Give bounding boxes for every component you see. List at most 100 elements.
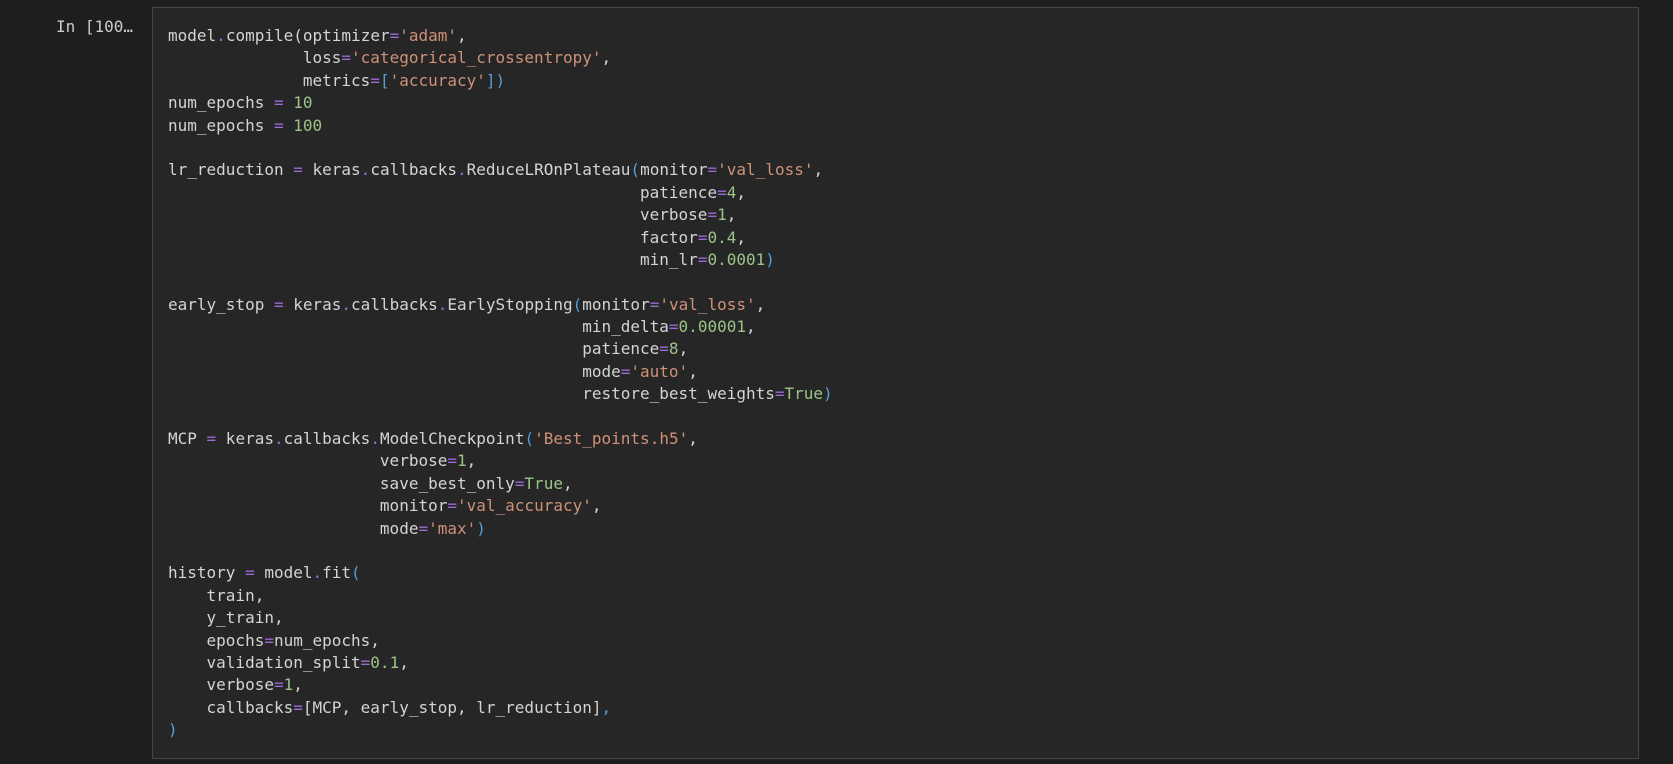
- code-token: epochs: [168, 630, 265, 650]
- code-line: lr_reduction = keras.callbacks.ReduceLRO…: [168, 159, 833, 181]
- code-token: keras: [283, 294, 342, 314]
- code-token: mode: [168, 518, 419, 538]
- code-token: =: [293, 160, 303, 180]
- code-token: ,: [688, 361, 698, 381]
- code-editor[interactable]: model.compile(optimizer='adam', loss='ca…: [168, 25, 833, 742]
- code-token: 4: [726, 182, 737, 202]
- code-token: .: [273, 429, 284, 449]
- code-line: ​: [168, 540, 833, 562]
- code-token: y_train,: [168, 608, 284, 628]
- code-token: history: [168, 563, 246, 583]
- code-token: 0.4: [707, 227, 737, 247]
- code-token: ): [765, 249, 775, 269]
- code-token: [MCP, early_stop, lr_reduction]: [302, 697, 602, 717]
- code-token: .: [312, 563, 323, 583]
- code-line: early_stop = keras.callbacks.EarlyStoppi…: [168, 294, 833, 316]
- code-token: early_stop: [168, 294, 274, 314]
- code-token: fit: [322, 563, 352, 583]
- code-token: optimizer: [302, 26, 390, 45]
- code-cell[interactable]: model.compile(optimizer='adam', loss='ca…: [152, 7, 1639, 759]
- code-token: ,: [601, 697, 612, 717]
- code-token: 'Best_points.h5': [534, 429, 689, 449]
- code-token: save_best_only: [168, 473, 515, 493]
- code-token: =: [707, 205, 718, 225]
- code-token: ,: [457, 26, 467, 45]
- code-token: 0.1: [370, 652, 400, 672]
- code-token: =: [514, 473, 525, 493]
- code-token: ModelCheckpoint: [379, 429, 525, 449]
- code-token: ,: [736, 182, 746, 202]
- code-line: verbose=1,: [168, 450, 833, 472]
- code-token: num_epochs,: [273, 630, 380, 650]
- code-line: restore_best_weights=True): [168, 383, 833, 405]
- code-token: factor: [168, 227, 698, 247]
- code-token: .: [360, 160, 371, 180]
- code-token: lr_reduction: [168, 160, 294, 180]
- code-token: ,: [678, 339, 689, 359]
- code-token: =: [389, 26, 400, 45]
- code-token: =: [447, 496, 457, 516]
- code-token: ,: [813, 160, 824, 180]
- code-token: ,: [399, 652, 409, 672]
- code-line: min_lr=0.0001): [168, 249, 833, 271]
- code-line: history = model.fit(: [168, 562, 833, 584]
- code-token: mode: [168, 361, 621, 381]
- code-line: monitor='val_accuracy',: [168, 495, 833, 517]
- code-token: True: [524, 473, 563, 493]
- code-token: monitor: [582, 294, 650, 314]
- code-token: ,: [601, 48, 612, 68]
- code-token: ,: [466, 451, 477, 471]
- code-token: .: [341, 294, 352, 314]
- code-line: patience=4,: [168, 182, 833, 204]
- code-token: .: [216, 26, 226, 45]
- code-token: loss: [168, 48, 342, 68]
- code-token: verbose: [168, 205, 708, 225]
- code-token: validation_split: [168, 652, 361, 672]
- code-token: callbacks: [370, 160, 458, 180]
- code-line: y_train,: [168, 607, 833, 629]
- code-token: =: [273, 93, 284, 113]
- code-line: ​: [168, 406, 833, 428]
- code-line: min_delta=0.00001,: [168, 316, 833, 338]
- code-line: MCP = keras.callbacks.ModelCheckpoint('B…: [168, 428, 833, 450]
- code-token: ,: [293, 675, 303, 695]
- code-token: =: [293, 697, 303, 717]
- code-token: =: [649, 294, 660, 314]
- code-token: =: [370, 70, 380, 90]
- code-token: 0.0001: [707, 249, 766, 269]
- code-token: patience: [168, 339, 660, 359]
- code-token: metrics: [168, 70, 371, 90]
- code-token: ]): [485, 70, 506, 90]
- code-line: ​: [168, 137, 833, 159]
- code-token: =: [273, 115, 284, 135]
- code-token: num_epochs: [168, 115, 274, 135]
- code-token: EarlyStopping: [447, 294, 573, 314]
- code-token: ,: [591, 496, 602, 516]
- code-token: monitor: [168, 496, 448, 516]
- code-token: =: [620, 361, 631, 381]
- code-line: ): [168, 719, 833, 741]
- code-token: .: [457, 160, 467, 180]
- code-token: num_epochs: [168, 93, 274, 113]
- code-token: =: [707, 160, 718, 180]
- code-token: ,: [736, 227, 746, 247]
- code-token: ): [168, 720, 178, 740]
- code-token: callbacks: [168, 697, 294, 717]
- code-token: 'accuracy': [389, 70, 486, 90]
- code-token: keras: [302, 160, 361, 180]
- code-token: (: [630, 160, 641, 180]
- code-token: True: [784, 384, 824, 404]
- code-token: ): [823, 384, 833, 404]
- code-line: loss='categorical_crossentropy',: [168, 47, 833, 69]
- code-token: =: [697, 249, 708, 269]
- code-token: min_delta: [168, 317, 669, 337]
- code-line: epochs=num_epochs,: [168, 630, 833, 652]
- code-token: verbose: [168, 675, 274, 695]
- code-token: model: [254, 563, 313, 583]
- code-token: ,: [562, 473, 573, 493]
- code-token: =: [659, 339, 669, 359]
- code-token: =: [264, 630, 274, 650]
- code-token: patience: [168, 182, 718, 202]
- code-token: (: [524, 429, 535, 449]
- code-line: patience=8,: [168, 338, 833, 360]
